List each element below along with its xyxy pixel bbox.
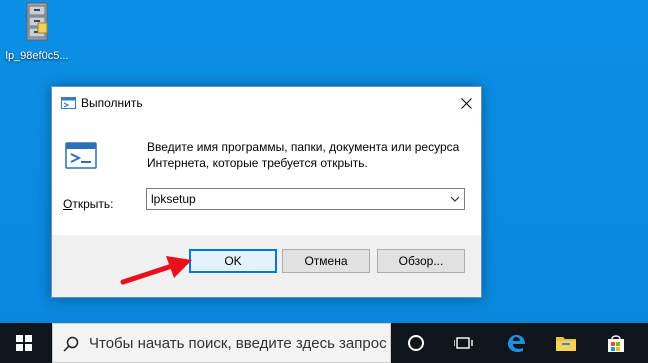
task-view-button[interactable] [444,323,484,363]
run-dialog: Выполнить Введите имя программы, папки, … [51,86,482,298]
search-icon [63,336,79,357]
search-placeholder: Чтобы начать поиск, введите здесь запрос [89,335,387,352]
red-arrow-annotation [120,256,192,285]
task-view-icon [454,337,473,349]
dialog-body: Введите имя программы, папки, документа … [52,119,481,235]
dialog-description: Введите имя программы, папки, документа … [147,140,460,170]
start-button[interactable] [0,323,48,363]
windows-logo-icon [16,335,32,351]
cancel-button[interactable]: Отмена [282,249,370,273]
desktop-icon-lp-file[interactable]: lp_98ef0c5... [4,2,70,62]
dialog-titlebar[interactable]: Выполнить [52,87,481,119]
open-input[interactable]: lpksetup [151,192,196,206]
dialog-footer: OK Отмена Обзор... [52,235,481,297]
browse-button[interactable]: Обзор... [377,249,465,273]
desktop-icon-label: lp_98ef0c5... [5,50,69,62]
taskbar: Чтобы начать поиск, введите здесь запрос [0,323,648,363]
store-bag-icon [608,335,624,352]
edge-icon [508,334,525,353]
cortana-button[interactable] [396,323,436,363]
store-button[interactable] [596,323,636,363]
close-button[interactable] [451,87,481,119]
cortana-circle-icon [408,335,424,351]
taskbar-search-box[interactable]: Чтобы начать поиск, введите здесь запрос [52,323,391,363]
file-explorer-button[interactable] [546,323,586,363]
folder-icon [556,337,576,351]
close-icon [460,97,472,109]
ok-button[interactable]: OK [189,249,277,273]
open-combobox[interactable]: lpksetup [146,188,465,210]
edge-browser-button[interactable] [496,323,536,363]
open-label: Открыть: [63,197,114,211]
run-large-icon [65,141,99,174]
file-cabinet-icon [24,2,50,41]
run-app-icon [61,96,77,113]
dialog-title: Выполнить [81,96,143,110]
chevron-down-icon[interactable] [450,192,460,209]
